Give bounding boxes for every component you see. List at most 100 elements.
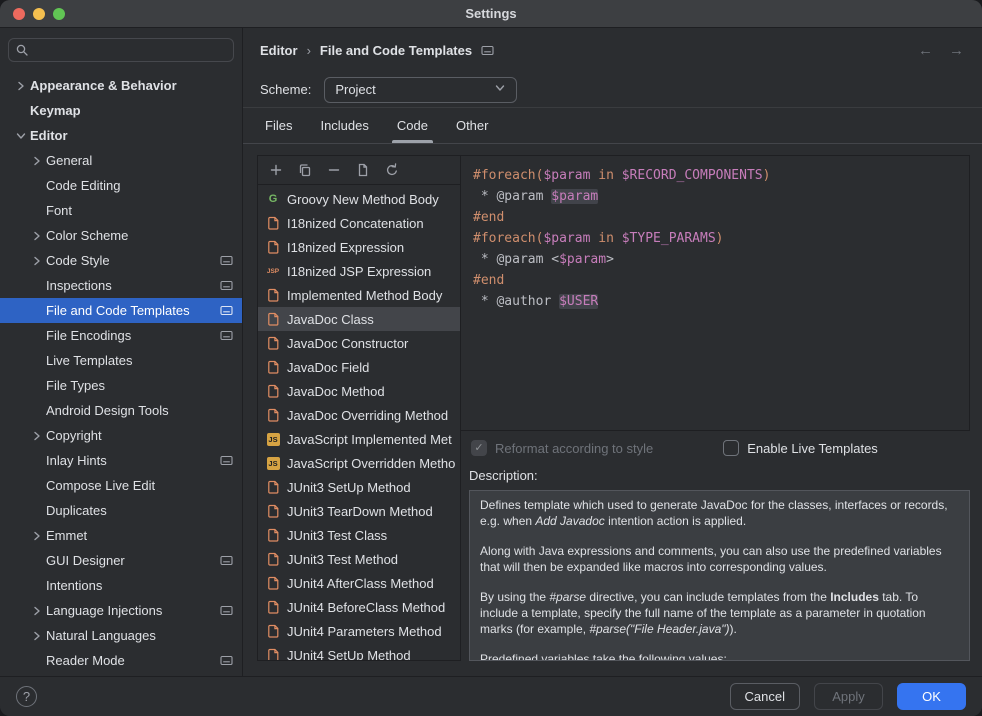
sidebar-item-natural-languages[interactable]: Natural Languages	[0, 623, 242, 648]
sidebar-item-label: General	[46, 153, 92, 168]
sidebar-item-label: Appearance & Behavior	[30, 78, 177, 93]
template-item-javadoc-method[interactable]: JavaDoc Method	[258, 379, 460, 403]
description-label: Description:	[461, 468, 970, 486]
chevron-down-icon[interactable]	[12, 128, 30, 144]
live-templates-checkbox[interactable]	[723, 440, 739, 456]
template-item-javadoc-class[interactable]: JavaDoc Class	[258, 307, 460, 331]
sidebar-item-compose-live-edit[interactable]: Compose Live Edit	[0, 473, 242, 498]
tab-includes[interactable]: Includes	[306, 108, 382, 143]
template-list: GGroovy New Method BodyI18nized Concaten…	[258, 185, 460, 660]
sidebar-item-label: Emmet	[46, 528, 87, 543]
tab-code[interactable]: Code	[383, 108, 442, 143]
traffic-lights	[13, 0, 65, 27]
cancel-button[interactable]: Cancel	[730, 683, 800, 710]
template-item-javascript-implemented-met[interactable]: JSJavaScript Implemented Met	[258, 427, 460, 451]
template-item-i18nized-expression[interactable]: I18nized Expression	[258, 235, 460, 259]
sidebar-item-editor[interactable]: Editor	[0, 123, 242, 148]
minimize-window-button[interactable]	[33, 8, 45, 20]
template-item-junit4-setup-method[interactable]: JUnit4 SetUp Method	[258, 643, 460, 660]
template-item-javadoc-constructor[interactable]: JavaDoc Constructor	[258, 331, 460, 355]
remove-template-button[interactable]	[326, 162, 342, 178]
description-box[interactable]: Defines template which used to generate …	[469, 490, 970, 661]
sidebar-item-android-design-tools[interactable]: Android Design Tools	[0, 398, 242, 423]
sidebar-item-file-encodings[interactable]: File Encodings	[0, 323, 242, 348]
sidebar-item-language-injections[interactable]: Language Injections	[0, 598, 242, 623]
template-item-label: JUnit3 Test Class	[287, 528, 387, 543]
scheme-dropdown[interactable]: Project	[324, 77, 517, 103]
sidebar-item-font[interactable]: Font	[0, 198, 242, 223]
template-item-junit4-beforeclass-method[interactable]: JUnit4 BeforeClass Method	[258, 595, 460, 619]
sidebar-item-general[interactable]: General	[0, 148, 242, 173]
sidebar-item-copyright[interactable]: Copyright	[0, 423, 242, 448]
template-editor-column: #foreach($param in $RECORD_COMPONENTS) *…	[461, 155, 970, 661]
apply-button[interactable]: Apply	[814, 683, 883, 710]
sidebar-item-inspections[interactable]: Inspections	[0, 273, 242, 298]
sidebar-item-file-types[interactable]: File Types	[0, 373, 242, 398]
template-panel: GGroovy New Method BodyI18nized Concaten…	[257, 155, 461, 661]
template-item-groovy-new-method-body[interactable]: GGroovy New Method Body	[258, 187, 460, 211]
forward-arrow-button[interactable]: →	[949, 42, 964, 59]
close-window-button[interactable]	[13, 8, 25, 20]
tab-other[interactable]: Other	[442, 108, 503, 143]
search-input[interactable]	[34, 43, 227, 57]
template-item-implemented-method-body[interactable]: Implemented Method Body	[258, 283, 460, 307]
chevron-right-icon[interactable]	[28, 228, 46, 244]
sidebar-item-reader-mode[interactable]: Reader Mode	[0, 648, 242, 673]
template-item-i18nized-concatenation[interactable]: I18nized Concatenation	[258, 211, 460, 235]
sidebar-item-emmet[interactable]: Emmet	[0, 523, 242, 548]
settings-window: Settings Appearance & BehaviorKeymapEdit…	[0, 0, 982, 716]
sidebar-item-duplicates[interactable]: Duplicates	[0, 498, 242, 523]
chevron-right-icon[interactable]	[28, 153, 46, 169]
js-file-icon: JS	[265, 457, 281, 470]
sidebar-item-live-templates[interactable]: Live Templates	[0, 348, 242, 373]
sidebar-item-keymap[interactable]: Keymap	[0, 98, 242, 123]
chevron-right-icon[interactable]	[28, 253, 46, 269]
chevron-right-icon[interactable]	[28, 428, 46, 444]
settings-search-box[interactable]	[8, 38, 234, 62]
template-code-editor[interactable]: #foreach($param in $RECORD_COMPONENTS) *…	[461, 155, 970, 431]
template-item-label: JavaDoc Class	[287, 312, 374, 327]
external-page-icon	[220, 255, 233, 266]
template-item-junit4-afterclass-method[interactable]: JUnit4 AfterClass Method	[258, 571, 460, 595]
copy-template-button[interactable]	[297, 162, 313, 178]
code-line: #end	[473, 270, 957, 291]
sidebar-item-code-editing[interactable]: Code Editing	[0, 173, 242, 198]
reset-template-button[interactable]	[384, 162, 400, 178]
chevron-right-icon[interactable]	[28, 603, 46, 619]
template-options: ✓ Reformat according to style Enable Liv…	[461, 434, 970, 462]
template-item-javadoc-field[interactable]: JavaDoc Field	[258, 355, 460, 379]
template-item-javascript-overridden-metho[interactable]: JSJavaScript Overridden Metho	[258, 451, 460, 475]
help-button[interactable]: ?	[16, 686, 37, 707]
sidebar-item-intentions[interactable]: Intentions	[0, 573, 242, 598]
sidebar-item-code-style[interactable]: Code Style	[0, 248, 242, 273]
sidebar-item-gui-designer[interactable]: GUI Designer	[0, 548, 242, 573]
tab-files[interactable]: Files	[251, 108, 306, 143]
sidebar-item-inlay-hints[interactable]: Inlay Hints	[0, 448, 242, 473]
breadcrumb-editor[interactable]: Editor	[260, 43, 298, 58]
chevron-right-icon[interactable]	[12, 78, 30, 94]
history-navigation: ← →	[918, 42, 964, 59]
template-item-junit4-parameters-method[interactable]: JUnit4 Parameters Method	[258, 619, 460, 643]
external-page-icon	[220, 330, 233, 341]
scheme-label: Scheme:	[260, 82, 311, 97]
live-templates-label: Enable Live Templates	[747, 441, 878, 456]
add-template-button[interactable]	[268, 162, 284, 178]
sidebar-item-color-scheme[interactable]: Color Scheme	[0, 223, 242, 248]
template-item-junit3-teardown-method[interactable]: JUnit3 TearDown Method	[258, 499, 460, 523]
duplicate-template-button[interactable]	[355, 162, 371, 178]
chevron-right-icon[interactable]	[28, 528, 46, 544]
chevron-right-icon[interactable]	[28, 628, 46, 644]
back-arrow-button[interactable]: ←	[918, 42, 933, 59]
live-templates-option[interactable]: Enable Live Templates	[723, 440, 878, 456]
template-item-junit3-setup-method[interactable]: JUnit3 SetUp Method	[258, 475, 460, 499]
sidebar-item-label: Editor	[30, 128, 68, 143]
template-item-javadoc-overriding-method[interactable]: JavaDoc Overriding Method	[258, 403, 460, 427]
sidebar-item-label: Copyright	[46, 428, 102, 443]
ok-button[interactable]: OK	[897, 683, 966, 710]
template-item-i18nized-jsp-expression[interactable]: JSPI18nized JSP Expression	[258, 259, 460, 283]
sidebar-item-file-and-code-templates[interactable]: File and Code Templates	[0, 298, 242, 323]
template-item-junit3-test-method[interactable]: JUnit3 Test Method	[258, 547, 460, 571]
zoom-window-button[interactable]	[53, 8, 65, 20]
template-item-junit3-test-class[interactable]: JUnit3 Test Class	[258, 523, 460, 547]
sidebar-item-appearance-behavior[interactable]: Appearance & Behavior	[0, 73, 242, 98]
